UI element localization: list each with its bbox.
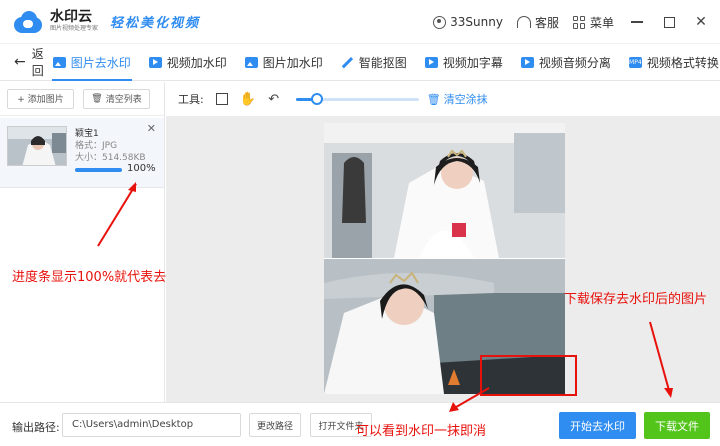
headset-icon	[516, 16, 531, 28]
change-path-label: 更改路径	[256, 421, 293, 432]
app-subtitle: 图片视频处理专家	[50, 25, 99, 32]
title-bar: 水印云 图片视频处理专家 轻松美化视频 33Sunny 客服 菜单 ✕	[0, 0, 720, 44]
brush-size-slider[interactable]	[295, 92, 419, 105]
output-path-label: 输出路径:	[12, 421, 60, 434]
annotation-download-note: 下载保存去水印后的图片	[564, 292, 708, 307]
file-size: 大小：514.58KB	[75, 153, 146, 163]
clear-list-button[interactable]: 🗑 清空列表	[83, 88, 150, 109]
menu-label: 菜单	[589, 15, 614, 30]
clear-list-label: 清空列表	[105, 95, 142, 105]
minimize-icon	[631, 21, 643, 23]
clear-brush-label: 清空涂抹	[443, 93, 488, 106]
change-path-button[interactable]: 更改路径	[249, 413, 301, 437]
progress-percent: 100%	[127, 163, 156, 174]
annotation-arrow-right	[649, 321, 673, 398]
username: 33Sunny	[450, 15, 503, 29]
add-image-label: + 添加图片	[17, 95, 64, 105]
hand-tool[interactable]: ✋	[240, 91, 256, 107]
annotation-arrow-bottom	[449, 387, 490, 412]
image-canvas[interactable]	[166, 116, 720, 402]
close-icon: ✕	[695, 14, 707, 30]
app-logo: 水印云 图片视频处理专家	[14, 10, 98, 33]
app-slogan: 轻松美化视频	[110, 16, 201, 31]
preview-image	[324, 123, 565, 394]
video-icon	[520, 56, 534, 68]
tab-label: 视频格式转换	[646, 55, 719, 70]
video-icon	[424, 56, 438, 68]
tab-video-add-subtitle[interactable]: 视频加字幕	[416, 44, 512, 81]
tab-label: 视频音频分离	[538, 55, 611, 70]
tab-label: 智能抠图	[358, 55, 407, 70]
cloud-logo-icon	[14, 10, 44, 33]
start-remove-watermark-button[interactable]: 开始去水印	[559, 412, 636, 439]
tab-label: 图片加水印	[262, 55, 323, 70]
tab-video-audio-split[interactable]: 视频音频分离	[512, 44, 620, 81]
hand-icon: ✋	[239, 91, 256, 107]
back-label: 返回	[31, 47, 44, 78]
edit-toolbar: 工具: ✋ ↶ 🗑 清空涂抹	[165, 82, 720, 116]
user-account[interactable]: 33Sunny	[433, 15, 503, 29]
annotation-arrow-left	[97, 182, 137, 247]
tab-video-add-watermark[interactable]: 视频加水印	[140, 44, 236, 81]
trash-icon: 🗑	[91, 93, 103, 104]
maximize-button[interactable]	[660, 13, 678, 31]
tab-label: 图片去水印	[70, 55, 131, 70]
support-button[interactable]: 客服	[516, 14, 559, 31]
grid-icon	[572, 15, 586, 29]
tab-image-add-watermark[interactable]: 图片加水印	[236, 44, 332, 81]
menu-button[interactable]: 菜单	[572, 14, 614, 31]
file-thumbnail	[7, 126, 67, 166]
user-icon	[433, 15, 447, 29]
download-label: 下载文件	[655, 419, 699, 433]
video-icon	[148, 56, 162, 68]
app-name: 水印云	[50, 9, 92, 25]
tab-label: 视频加字幕	[442, 55, 503, 70]
remove-file-icon[interactable]: ✕	[147, 122, 156, 135]
support-label: 客服	[534, 15, 559, 30]
tab-image-remove-watermark[interactable]: 图片去水印	[44, 44, 140, 81]
feature-nav: ← 返回 图片去水印 视频加水印 图片加水印 智能抠图 视频加字幕 视频音频分离…	[0, 44, 720, 81]
download-file-button[interactable]: 下载文件	[644, 412, 710, 439]
tab-smart-cutout[interactable]: 智能抠图	[332, 44, 416, 81]
slider-thumb[interactable]	[310, 92, 323, 105]
trash-icon: 🗑	[426, 92, 441, 106]
add-image-button[interactable]: + 添加图片	[7, 88, 74, 109]
close-button[interactable]: ✕	[692, 13, 710, 31]
tab-video-format-convert[interactable]: MP4 视频格式转换	[620, 44, 720, 81]
tools-label: 工具:	[178, 93, 204, 106]
image-icon	[52, 56, 66, 68]
file-item[interactable]: ✕ 颖宝1 格式：JPG 大小：514.58KB 100%	[0, 118, 164, 188]
undo-button[interactable]: ↶	[266, 91, 282, 107]
back-button[interactable]: ← 返回	[14, 45, 44, 79]
minimize-button[interactable]	[628, 13, 646, 31]
select-box-icon	[215, 93, 228, 105]
image-icon	[244, 56, 258, 68]
rect-select-tool[interactable]	[214, 91, 230, 107]
magic-wand-icon	[341, 56, 354, 69]
undo-icon: ↶	[268, 91, 280, 107]
tab-label: 视频加水印	[166, 55, 227, 70]
annotation-watermark-note: 可以看到水印一抹即消	[356, 424, 487, 439]
mp4-icon: MP4	[628, 56, 642, 68]
output-path-field[interactable]: C:\Users\admin\Desktop	[62, 413, 241, 437]
clear-brush-button[interactable]: 🗑 清空涂抹	[427, 91, 488, 107]
start-label: 开始去水印	[570, 419, 625, 433]
arrow-left-icon: ←	[14, 54, 26, 70]
maximize-icon	[663, 16, 675, 28]
progress-bar	[75, 168, 122, 172]
